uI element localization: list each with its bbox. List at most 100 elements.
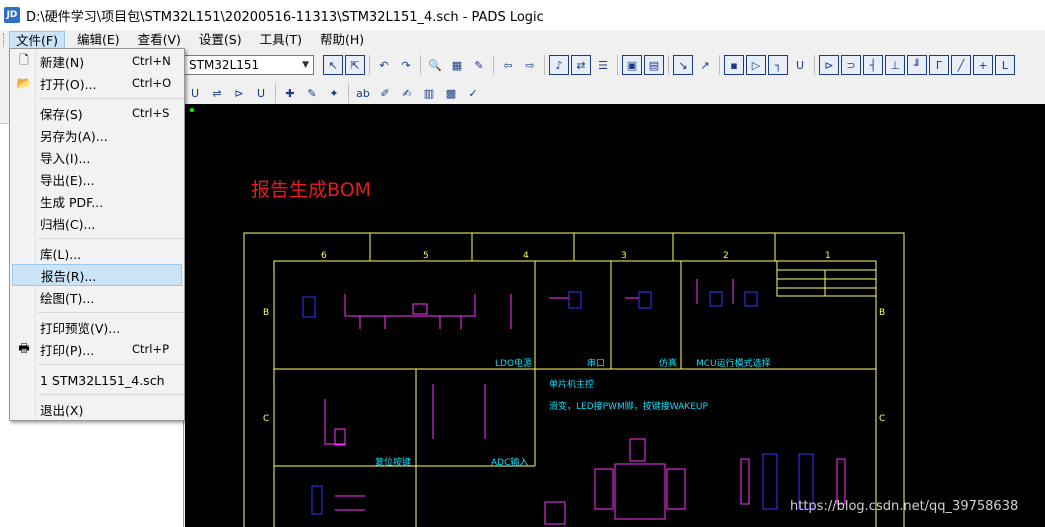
window-title: D:\硬件学习\项目包\STM32L151\20200516-11313\STM… — [26, 9, 544, 25]
chevron-down-icon: ▼ — [302, 60, 309, 70]
add-bus-icon[interactable]: U — [790, 55, 810, 75]
menu-item-save-as[interactable]: 另存为(A)... — [12, 124, 182, 146]
netlist-icon[interactable]: ♪ — [549, 55, 569, 75]
text-icon[interactable]: ✍ — [397, 83, 417, 103]
menu-item-label: 归档(C)... — [40, 216, 96, 232]
rename-icon[interactable]: U — [185, 83, 205, 103]
menu-item-shortcut: Ctrl+S — [132, 106, 170, 120]
menu-item-exit[interactable]: 退出(X) — [12, 398, 182, 420]
ldo-label: LDO电源 — [495, 359, 533, 369]
schematic-icon[interactable]: ▣ — [622, 55, 642, 75]
menu-item-recent-file[interactable]: 1 STM32L151_4.sch — [12, 369, 182, 391]
schematic-canvas[interactable]: LDO电源 串口 仿真 MCU运行模式选择 复位按键 ADC输入 单片机主控 滑… — [185, 104, 1045, 527]
net-label-icon[interactable]: Γ — [929, 55, 949, 75]
wire-icon[interactable]: ╜ — [907, 55, 927, 75]
add-part-icon[interactable]: ▪ — [724, 55, 744, 75]
ground-icon[interactable]: ⊥ — [885, 55, 905, 75]
new-file-icon: 🗋 — [19, 52, 29, 67]
delete-attribute-icon[interactable]: ✦ — [324, 83, 344, 103]
reannotate-icon[interactable]: ⇌ — [207, 83, 227, 103]
menu-settings[interactable]: 设置(S) — [193, 31, 248, 49]
sheet-select[interactable]: STM32L151 ▼ — [184, 55, 314, 75]
gate-swap-icon[interactable]: ⊳ — [229, 83, 249, 103]
menu-item-drawing[interactable]: 绘图(T)... — [12, 286, 182, 308]
menu-separator — [38, 364, 184, 365]
origin-marker — [190, 108, 194, 112]
open-folder-icon: 📂 — [16, 76, 32, 90]
mcu-main-label: 单片机主控 — [549, 380, 595, 390]
bus-entry-icon[interactable]: ╱ — [951, 55, 971, 75]
menu-item-pdf[interactable]: 生成 PDF... — [12, 190, 182, 212]
toolbar-separator — [420, 55, 421, 75]
menu-item-import[interactable]: 导入(I)... — [12, 146, 182, 168]
zone-letter: B — [263, 308, 270, 318]
watermark: https://blog.csdn.net/qq_39758638 — [790, 499, 1019, 514]
menu-item-label: 打开(O)... — [40, 76, 97, 92]
toolbar-separator — [544, 55, 545, 75]
menu-item-report[interactable]: 报告(R)... — [12, 264, 182, 286]
check-icon[interactable]: ✓ — [463, 83, 483, 103]
menu-item-save[interactable]: 保存(S) Ctrl+S — [12, 102, 182, 124]
select-mode-icon[interactable]: ⇱ — [345, 55, 365, 75]
spell-icon[interactable]: ab — [353, 83, 373, 103]
pcb-icon[interactable]: ▩ — [441, 83, 461, 103]
paint-icon[interactable]: ✎ — [469, 55, 489, 75]
add-attribute-icon[interactable]: ✚ — [280, 83, 300, 103]
power-icon[interactable]: ┤ — [863, 55, 883, 75]
toolbar-separator — [369, 55, 370, 75]
file-menu-dropdown: 🗋 新建(N) Ctrl+N 📂 打开(O)... Ctrl+O 保存(S) C… — [9, 48, 185, 421]
pointer-icon[interactable]: ↗ — [695, 55, 715, 75]
add-connection-icon[interactable]: ┐ — [768, 55, 788, 75]
mcu-pins-top — [629, 438, 646, 462]
component-icon[interactable]: ⊳ — [819, 55, 839, 75]
menu-help[interactable]: 帮助(H) — [314, 31, 370, 49]
menu-item-shortcut: Ctrl+N — [132, 54, 171, 68]
report-icon[interactable]: ▥ — [419, 83, 439, 103]
menu-item-open[interactable]: 📂 打开(O)... Ctrl+O — [12, 72, 182, 94]
redo-icon[interactable]: ↷ — [396, 55, 416, 75]
ldo-regulator — [412, 303, 428, 315]
pads-logic-icon: JD — [4, 7, 20, 23]
import-icon[interactable]: ⇨ — [520, 55, 540, 75]
toolbar-separator — [348, 83, 349, 103]
update-icon[interactable]: U — [251, 83, 271, 103]
grid-icon[interactable]: ▦ — [447, 55, 467, 75]
main-toolbar: STM32L151 ▼ ↖ ⇱ ↶ ↷ 🔍 ▦ ✎ ⇦ ⇨ ♪ ⇄ ☰ ▣ ▤ … — [184, 52, 1045, 78]
properties-icon[interactable]: ☰ — [593, 55, 613, 75]
menu-item-new[interactable]: 🗋 新建(N) Ctrl+N — [12, 50, 182, 72]
undo-icon[interactable]: ↶ — [374, 55, 394, 75]
zone-number: 4 — [523, 251, 529, 261]
mcu-pins-right — [666, 468, 686, 510]
menu-edit[interactable]: 编辑(E) — [71, 31, 126, 49]
menu-view[interactable]: 查看(V) — [132, 31, 187, 49]
zoom-icon[interactable]: 🔍 — [425, 55, 445, 75]
menu-item-library[interactable]: 库(L)... — [12, 242, 182, 264]
toolbar-separator — [617, 55, 618, 75]
menu-item-print[interactable]: 🖶 打印(P)... Ctrl+P — [12, 338, 182, 360]
add-gate-icon[interactable]: ▷ — [746, 55, 766, 75]
menubar-grip — [3, 33, 6, 47]
select-filter-icon[interactable]: ↘ — [673, 55, 693, 75]
sheet-icon[interactable]: ▤ — [644, 55, 664, 75]
sync-icon[interactable]: ⇄ — [571, 55, 591, 75]
select-filter-icon[interactable]: ↖ — [323, 55, 343, 75]
junction-icon[interactable]: + — [973, 55, 993, 75]
label-icon[interactable]: L — [995, 55, 1015, 75]
export-icon[interactable]: ⇦ — [498, 55, 518, 75]
zone-letter: C — [879, 414, 886, 424]
menu-item-print-preview[interactable]: 打印预览(V)... — [12, 316, 182, 338]
edit-attribute-icon[interactable]: ✎ — [302, 83, 322, 103]
title-bar: JD D:\硬件学习\项目包\STM32L151\20200516-11313\… — [0, 0, 1045, 30]
off-page-icon[interactable]: ⊃ — [841, 55, 861, 75]
mcu-mode-label: MCU运行模式选择 — [696, 359, 771, 369]
menu-file[interactable]: 文件(F) — [9, 31, 65, 49]
menu-item-label: 1 STM32L151_4.sch — [40, 372, 165, 388]
menu-item-label: 库(L)... — [40, 246, 82, 262]
menu-item-archive[interactable]: 归档(C)... — [12, 212, 182, 234]
draw-icon[interactable]: ✐ — [375, 83, 395, 103]
mode-switch — [709, 291, 723, 307]
menu-tools[interactable]: 工具(T) — [254, 31, 308, 49]
ldo-connector — [302, 296, 316, 318]
sim-label: 仿真 — [659, 359, 678, 369]
menu-item-export[interactable]: 导出(E)... — [12, 168, 182, 190]
